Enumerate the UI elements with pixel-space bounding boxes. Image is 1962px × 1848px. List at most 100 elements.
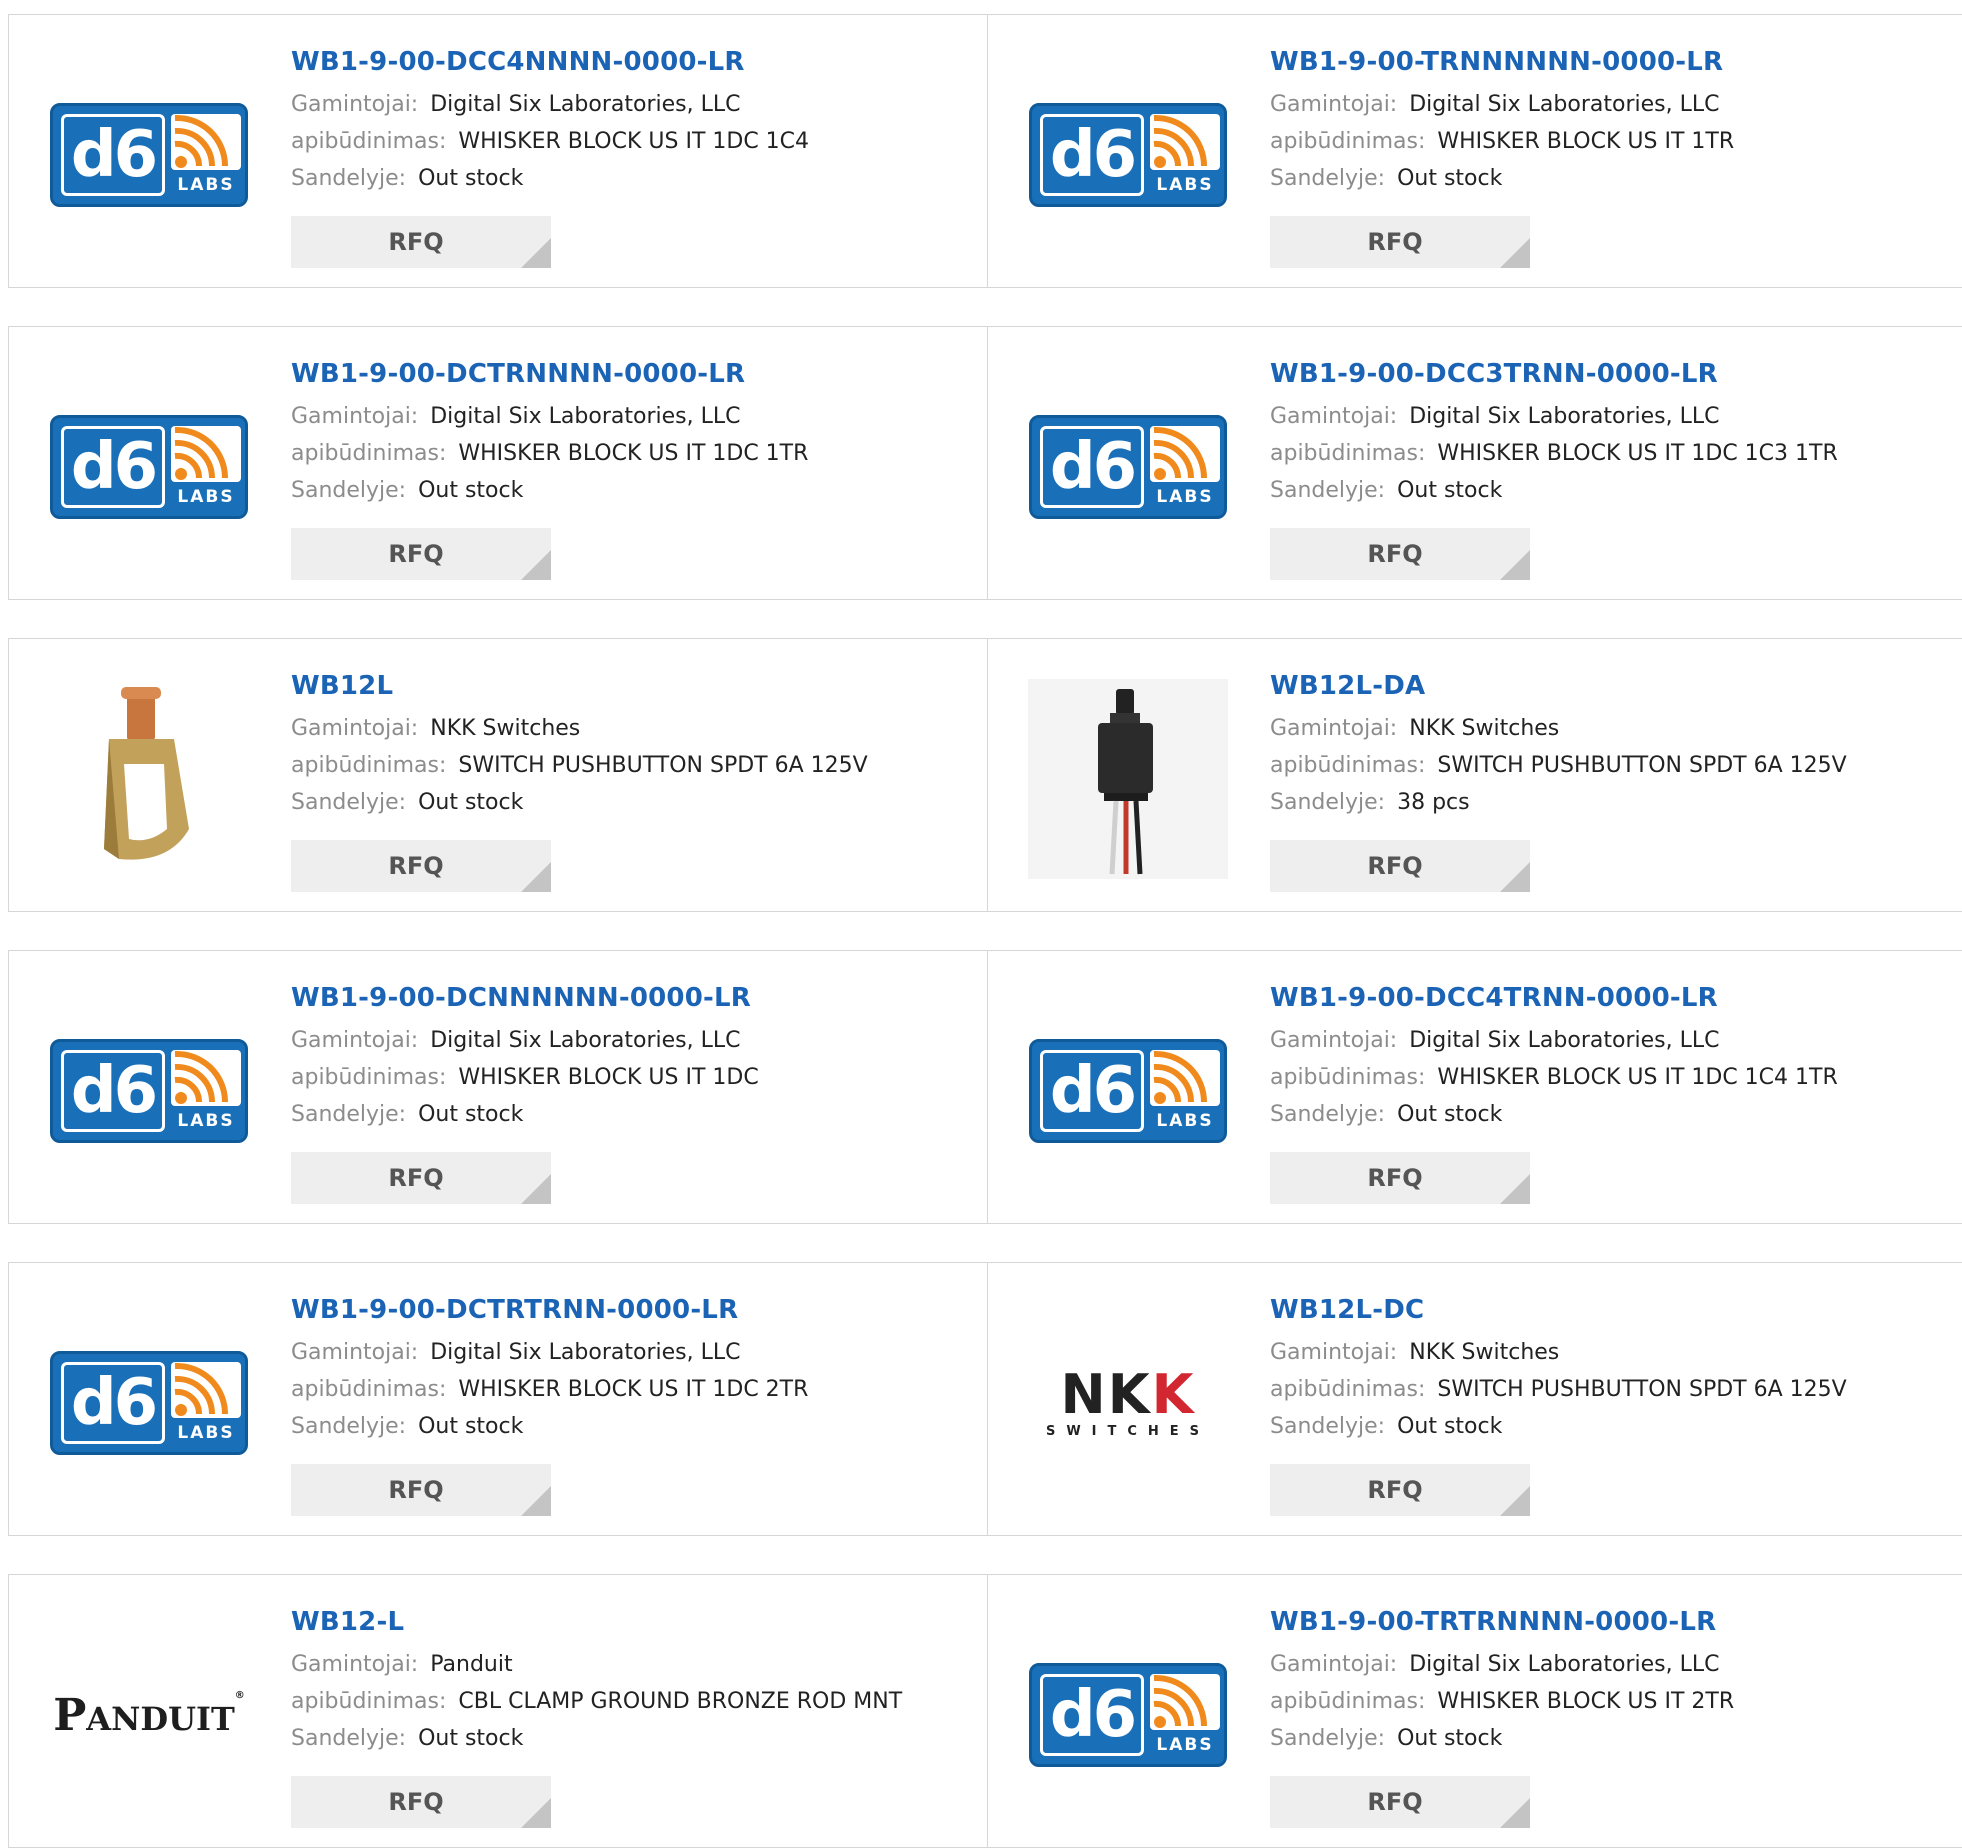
description-value: WHISKER BLOCK US IT 1DC 1C3 1TR	[1437, 441, 1838, 466]
stock-label: Sandelyje:	[1270, 790, 1386, 815]
stock-label: Sandelyje:	[1270, 478, 1386, 503]
stock-value: Out stock	[418, 790, 524, 815]
part-number-link[interactable]: WB1-9-00-DCTRNNNN-0000-LR	[291, 357, 977, 391]
rfq-label: RFQ	[388, 852, 444, 880]
product-row: d6 LABS WB1-9-00-DCTRTRNN-0000-LR Gaminto…	[8, 1262, 1962, 1536]
stock-label: Sandelyje:	[291, 790, 407, 815]
stock-row: Sandelyje: Out stock	[1270, 1720, 1953, 1757]
product-card: d6 LABS WB1-9-00-DCC4TRNN-0000-LR Gaminto…	[988, 951, 1962, 1223]
part-number-link[interactable]: WB12L-DA	[1270, 669, 1953, 703]
manufacturer-label: Gamintojai:	[1270, 404, 1398, 429]
stock-value: Out stock	[418, 166, 524, 191]
rfq-button[interactable]: RFQ	[1270, 1776, 1530, 1828]
product-image[interactable]	[49, 679, 249, 879]
manufacturer-row: Gamintojai: Digital Six Laboratories, LLC	[1270, 1022, 1953, 1059]
manufacturer-value: Digital Six Laboratories, LLC	[430, 1028, 741, 1053]
description-label: apibūdinimas:	[291, 441, 447, 466]
manufacturer-value: Digital Six Laboratories, LLC	[430, 404, 741, 429]
manufacturer-label: Gamintojai:	[1270, 1340, 1398, 1365]
manufacturer-label: Gamintojai:	[1270, 92, 1398, 117]
rfq-button[interactable]: RFQ	[291, 1776, 551, 1828]
part-number-link[interactable]: WB1-9-00-DCC3TRNN-0000-LR	[1270, 357, 1953, 391]
rfq-label: RFQ	[388, 1476, 444, 1504]
d6-labs-text: LABS	[1156, 487, 1214, 507]
description-row: apibūdinimas: WHISKER BLOCK US IT 1DC	[291, 1059, 977, 1096]
stock-label: Sandelyje:	[1270, 1414, 1386, 1439]
rfq-button[interactable]: RFQ	[1270, 1152, 1530, 1204]
product-card: d6 LABS WB1-9-00-DCTRTRNN-0000-LR Gaminto…	[9, 1263, 988, 1535]
d6-labs-text: LABS	[1156, 1735, 1214, 1755]
product-image[interactable]: d6 LABS	[1028, 991, 1228, 1191]
product-image[interactable]: d6 LABS	[49, 367, 249, 567]
rfq-label: RFQ	[1367, 540, 1423, 568]
part-number-link[interactable]: WB12-L	[291, 1605, 977, 1639]
manufacturer-value: Digital Six Laboratories, LLC	[430, 1340, 741, 1365]
stock-value: Out stock	[418, 1726, 524, 1751]
product-card: d6 LABS WB1-9-00-DCC4NNNN-0000-LR Gaminto…	[9, 15, 988, 287]
part-number-link[interactable]: WB1-9-00-DCC4NNNN-0000-LR	[291, 45, 977, 79]
stock-row: Sandelyje: Out stock	[291, 1720, 977, 1757]
part-number-link[interactable]: WB1-9-00-DCTRTRNN-0000-LR	[291, 1293, 977, 1327]
rfq-button[interactable]: RFQ	[291, 216, 551, 268]
d6-logo-mark: d6	[61, 426, 165, 508]
product-info: WB12L-DA Gamintojai: NKK Switches apibūdini…	[1270, 669, 1953, 821]
d6-logo-mark: d6	[1040, 1674, 1144, 1756]
product-image[interactable]: d6 LABS	[1028, 367, 1228, 567]
description-label: apibūdinimas:	[291, 129, 447, 154]
stock-label: Sandelyje:	[1270, 1726, 1386, 1751]
part-number-link[interactable]: WB12L-DC	[1270, 1293, 1953, 1327]
registered-mark: ®	[234, 1689, 245, 1701]
d6-labs-logo: d6 LABS	[1029, 1039, 1227, 1143]
rfq-button[interactable]: RFQ	[291, 1464, 551, 1516]
d6-labs-logo: d6 LABS	[50, 103, 248, 207]
product-card: d6 LABS WB1-9-00-DCC3TRNN-0000-LR Gaminto…	[988, 327, 1962, 599]
panduit-logo: PANDUIT®	[53, 1690, 245, 1741]
rfq-button[interactable]: RFQ	[291, 1152, 551, 1204]
manufacturer-row: Gamintojai: Digital Six Laboratories, LLC	[1270, 1646, 1953, 1683]
product-image[interactable]: d6 LABS	[49, 991, 249, 1191]
stock-label: Sandelyje:	[291, 166, 407, 191]
manufacturer-label: Gamintojai:	[291, 404, 419, 429]
stock-row: Sandelyje: Out stock	[1270, 472, 1953, 509]
description-row: apibūdinimas: SWITCH PUSHBUTTON SPDT 6A 1…	[1270, 747, 1953, 784]
rfq-button[interactable]: RFQ	[1270, 1464, 1530, 1516]
manufacturer-value: Digital Six Laboratories, LLC	[1409, 1652, 1720, 1677]
rfq-button[interactable]: RFQ	[1270, 216, 1530, 268]
description-label: apibūdinimas:	[291, 1689, 447, 1714]
d6-labs-logo: d6 LABS	[1029, 1663, 1227, 1767]
product-image[interactable]: PANDUIT®	[49, 1615, 249, 1815]
rfq-button[interactable]: RFQ	[291, 840, 551, 892]
d6-logo-mark: d6	[61, 1362, 165, 1444]
part-number-link[interactable]: WB1-9-00-DCC4TRNN-0000-LR	[1270, 981, 1953, 1015]
description-label: apibūdinimas:	[1270, 129, 1426, 154]
description-row: apibūdinimas: WHISKER BLOCK US IT 1DC 1C4…	[1270, 1059, 1953, 1096]
rfq-button[interactable]: RFQ	[1270, 528, 1530, 580]
product-info: WB12-L Gamintojai: Panduit apibūdinimas: CBL…	[291, 1605, 977, 1757]
product-image[interactable]: d6 LABS	[1028, 1615, 1228, 1815]
rfq-button[interactable]: RFQ	[1270, 840, 1530, 892]
wifi-waves-icon	[171, 1362, 241, 1418]
description-row: apibūdinimas: WHISKER BLOCK US IT 1DC 1C4	[291, 123, 977, 160]
part-number-link[interactable]: WB1-9-00-DCNNNNNN-0000-LR	[291, 981, 977, 1015]
nkk-switches-logo: NKK SWITCHES	[1028, 1367, 1228, 1439]
manufacturer-row: Gamintojai: Panduit	[291, 1646, 977, 1683]
product-info: WB1-9-00-DCC3TRNN-0000-LR Gamintojai: Digi…	[1270, 357, 1953, 509]
manufacturer-value: Digital Six Laboratories, LLC	[430, 92, 741, 117]
product-image[interactable]: d6 LABS	[49, 55, 249, 255]
product-row: d6 LABS WB1-9-00-DCC4NNNN-0000-LR Gaminto…	[8, 14, 1962, 288]
manufacturer-value: Digital Six Laboratories, LLC	[1409, 1028, 1720, 1053]
part-number-link[interactable]: WB1-9-00-TRNNNNNN-0000-LR	[1270, 45, 1953, 79]
product-card: d6 LABS WB1-9-00-DCNNNNNN-0000-LR Gaminto…	[9, 951, 988, 1223]
product-info: WB12L-DC Gamintojai: NKK Switches apibūdini…	[1270, 1293, 1953, 1445]
rfq-button[interactable]: RFQ	[291, 528, 551, 580]
product-image[interactable]: NKK SWITCHES	[1028, 1303, 1228, 1503]
description-label: apibūdinimas:	[1270, 1689, 1426, 1714]
d6-labs-text: LABS	[177, 1423, 235, 1443]
description-row: apibūdinimas: SWITCH PUSHBUTTON SPDT 6A 1…	[291, 747, 977, 784]
product-image[interactable]	[1028, 679, 1228, 879]
product-image[interactable]: d6 LABS	[49, 1303, 249, 1503]
part-number-link[interactable]: WB1-9-00-TRTRNNNN-0000-LR	[1270, 1605, 1953, 1639]
part-number-link[interactable]: WB12L	[291, 669, 977, 703]
product-image[interactable]: d6 LABS	[1028, 55, 1228, 255]
description-row: apibūdinimas: CBL CLAMP GROUND BRONZE ROD…	[291, 1683, 977, 1720]
